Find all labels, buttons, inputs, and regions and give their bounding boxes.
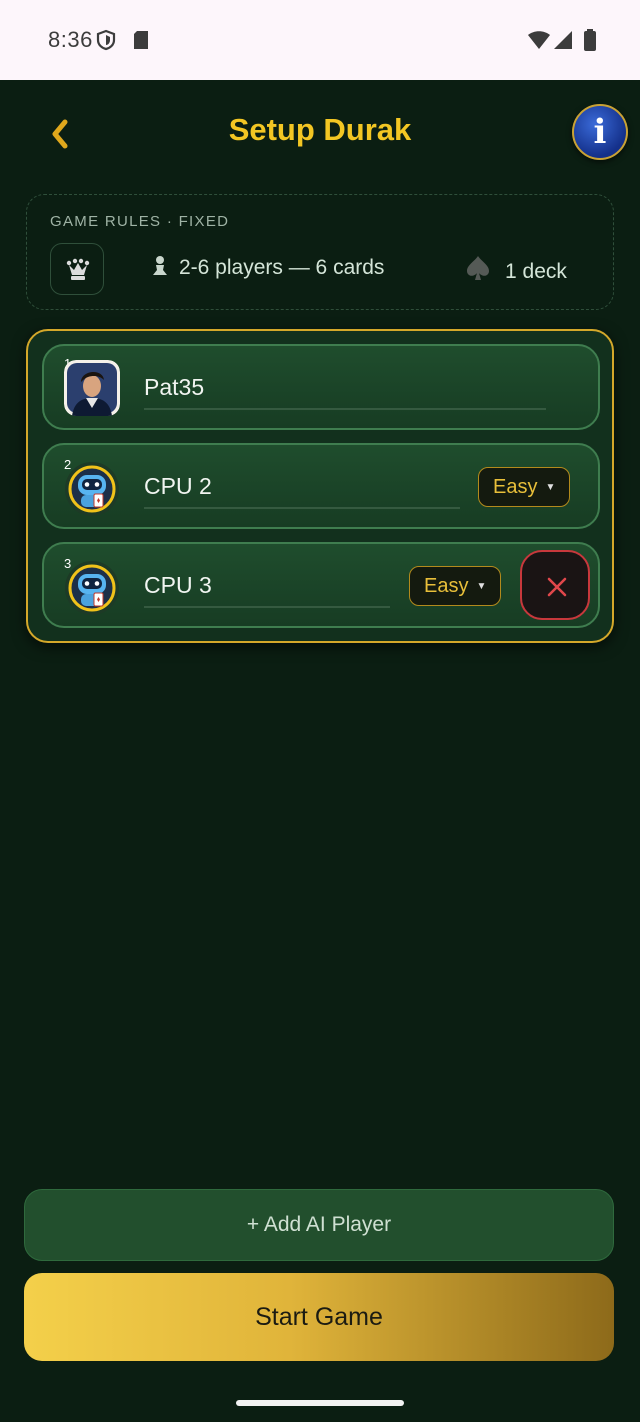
start-game-button[interactable]: Start Game xyxy=(24,1273,614,1361)
sd-card-icon xyxy=(132,30,150,55)
page-title: Setup Durak xyxy=(228,112,412,147)
player-name-input[interactable]: Pat35 xyxy=(144,364,546,410)
difficulty-value: Easy xyxy=(424,575,469,597)
player-row: 3 CPU 3 Easy ▼ xyxy=(42,542,600,628)
close-icon xyxy=(547,577,567,597)
rules-icon-box xyxy=(50,243,104,295)
remove-player-button[interactable] xyxy=(520,550,590,620)
deck-count-text: 1 deck xyxy=(505,260,567,283)
add-ai-player-button[interactable]: + Add AI Player xyxy=(24,1189,614,1261)
queen-icon xyxy=(66,258,90,280)
rules-label: GAME RULES · FIXED xyxy=(50,213,230,230)
status-bar: 8:36 xyxy=(0,0,640,80)
robot-icon xyxy=(65,462,119,516)
dropdown-caret-icon: ▼ xyxy=(545,482,556,493)
player-row: 1 Pat35 xyxy=(42,344,600,430)
signal-icon xyxy=(553,30,573,55)
robot-icon xyxy=(65,561,119,615)
status-time: 8:36 xyxy=(48,27,93,52)
rules-players: 2-6 players — 6 cards xyxy=(151,255,384,280)
game-rules-card: GAME RULES · FIXED 2-6 players — 6 cards… xyxy=(26,194,614,310)
difficulty-value: Easy xyxy=(493,476,538,498)
player-name-input[interactable]: CPU 3 xyxy=(144,562,390,608)
players-range-text: 2-6 players — 6 cards xyxy=(179,256,385,279)
cpu-avatar[interactable] xyxy=(64,461,120,517)
shield-icon xyxy=(96,29,116,56)
info-button[interactable]: i xyxy=(572,104,628,160)
avatar[interactable] xyxy=(64,360,120,416)
spade-icon xyxy=(467,256,489,280)
player-row: 2 CPU 2 Easy ▼ xyxy=(42,443,600,529)
difficulty-dropdown[interactable]: Easy ▼ xyxy=(409,566,502,606)
pawn-icon xyxy=(153,256,167,275)
setup-screen: Setup Durak i GAME RULES · FIXED 2-6 pla… xyxy=(0,80,640,1422)
rules-deck: 1 deck xyxy=(465,255,567,284)
wifi-icon xyxy=(527,30,551,55)
player-name-input[interactable]: CPU 2 xyxy=(144,463,460,509)
battery-icon xyxy=(583,29,597,56)
players-panel: 1 Pat35 2 xyxy=(26,329,614,643)
cpu-avatar[interactable] xyxy=(64,560,120,616)
home-indicator[interactable] xyxy=(236,1400,404,1406)
info-icon: i xyxy=(593,112,607,152)
difficulty-dropdown[interactable]: Easy ▼ xyxy=(478,467,571,507)
dropdown-caret-icon: ▼ xyxy=(476,581,487,592)
